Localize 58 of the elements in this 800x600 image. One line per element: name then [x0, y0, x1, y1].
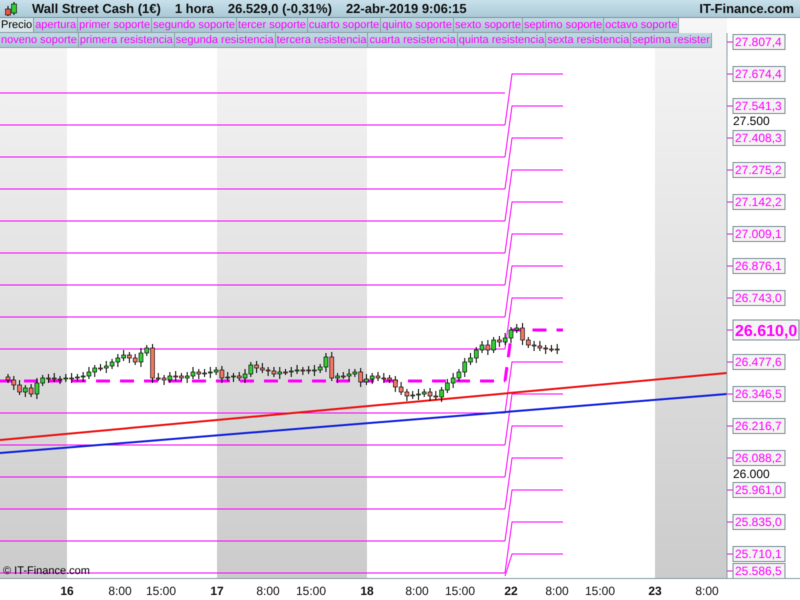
legend-item[interactable]: apertura	[34, 18, 78, 33]
time-label: 8:00	[405, 584, 429, 598]
time-label: 8:00	[545, 584, 569, 598]
candlestick-icon	[4, 0, 18, 16]
date-label: 22	[504, 584, 518, 598]
time-label: 8:00	[256, 584, 280, 598]
instrument-name: Wall Street Cash (1€)	[32, 1, 161, 16]
price-level-label: 27.408,3	[726, 130, 786, 146]
price-level-label: 25.710,1	[726, 546, 786, 562]
legend-item[interactable]: tercera resistencia	[276, 33, 368, 48]
legend-item[interactable]: cuarta resistencia	[368, 33, 458, 48]
legend-item[interactable]: sexta resistencia	[546, 33, 632, 48]
legend-item[interactable]: segunda resistencia	[174, 33, 276, 48]
price-tick-label: 26.000	[733, 467, 770, 481]
price-level-label: 27.674,4	[726, 66, 786, 82]
price-level-label: 26.088,2	[726, 450, 786, 466]
legend-item[interactable]: septimo soporte	[523, 18, 604, 33]
price-level-label: 26.477,6	[726, 354, 786, 370]
legend-item[interactable]: septima resister	[631, 33, 712, 48]
price-tick-label: 27.500	[733, 114, 770, 128]
price-level-label: 25.961,0	[726, 482, 786, 498]
price-level-label: 26.346,5	[726, 386, 786, 402]
legend-item[interactable]: primera resistencia	[78, 33, 175, 48]
legend-item[interactable]: quinto soporte	[381, 18, 454, 33]
price-level-label: 27.142,2	[726, 194, 786, 210]
quote: 26.529,0 (-0,31%)	[228, 1, 332, 16]
legend-item[interactable]: quinta resistencia	[458, 33, 546, 48]
legend-item[interactable]: noveno soporte	[0, 33, 79, 48]
date-label: 23	[648, 584, 662, 598]
current-price-label: 26.610,0	[726, 320, 800, 340]
timeframe: 1 hora	[174, 1, 214, 16]
legend-item[interactable]: primer soporte	[78, 18, 152, 33]
price-level-label: 25.586,5	[726, 563, 786, 578]
legend-item[interactable]: segundo soporte	[152, 18, 238, 33]
time-label: 15:00	[296, 584, 326, 598]
date-label: 16	[60, 584, 74, 598]
price-level-label: 27.275,2	[726, 162, 786, 178]
time-label: 15:00	[584, 584, 616, 598]
time-label: 8:00	[695, 584, 719, 598]
time-label: 15:00	[444, 584, 476, 598]
price-level-label: 26.743,0	[726, 290, 786, 306]
timestamp: 22-abr-2019 9:06:15	[346, 1, 467, 16]
legend-item[interactable]: Precio	[0, 18, 34, 33]
legend-item[interactable]: octavo soporte	[604, 18, 680, 33]
legend-item[interactable]: tercer soporte	[237, 18, 308, 33]
price-level-label: 25.835,0	[726, 514, 786, 530]
site-name: IT-Finance.com	[699, 1, 794, 16]
price-level-label: 26.876,1	[726, 258, 786, 274]
price-level-label: 27.541,3	[726, 98, 786, 114]
price-level-label: 27.807,4	[726, 34, 786, 50]
price-level-label: 26.216,7	[726, 418, 786, 434]
price-level-label: 27.009,1	[726, 226, 786, 242]
time-label: 8:00	[108, 584, 132, 598]
legend-item[interactable]: cuarto soporte	[308, 18, 382, 33]
date-label: 17	[210, 584, 224, 598]
legend-item[interactable]: sexto soporte	[454, 18, 524, 33]
date-label: 18	[360, 584, 374, 598]
time-label: 15:00	[146, 584, 176, 598]
